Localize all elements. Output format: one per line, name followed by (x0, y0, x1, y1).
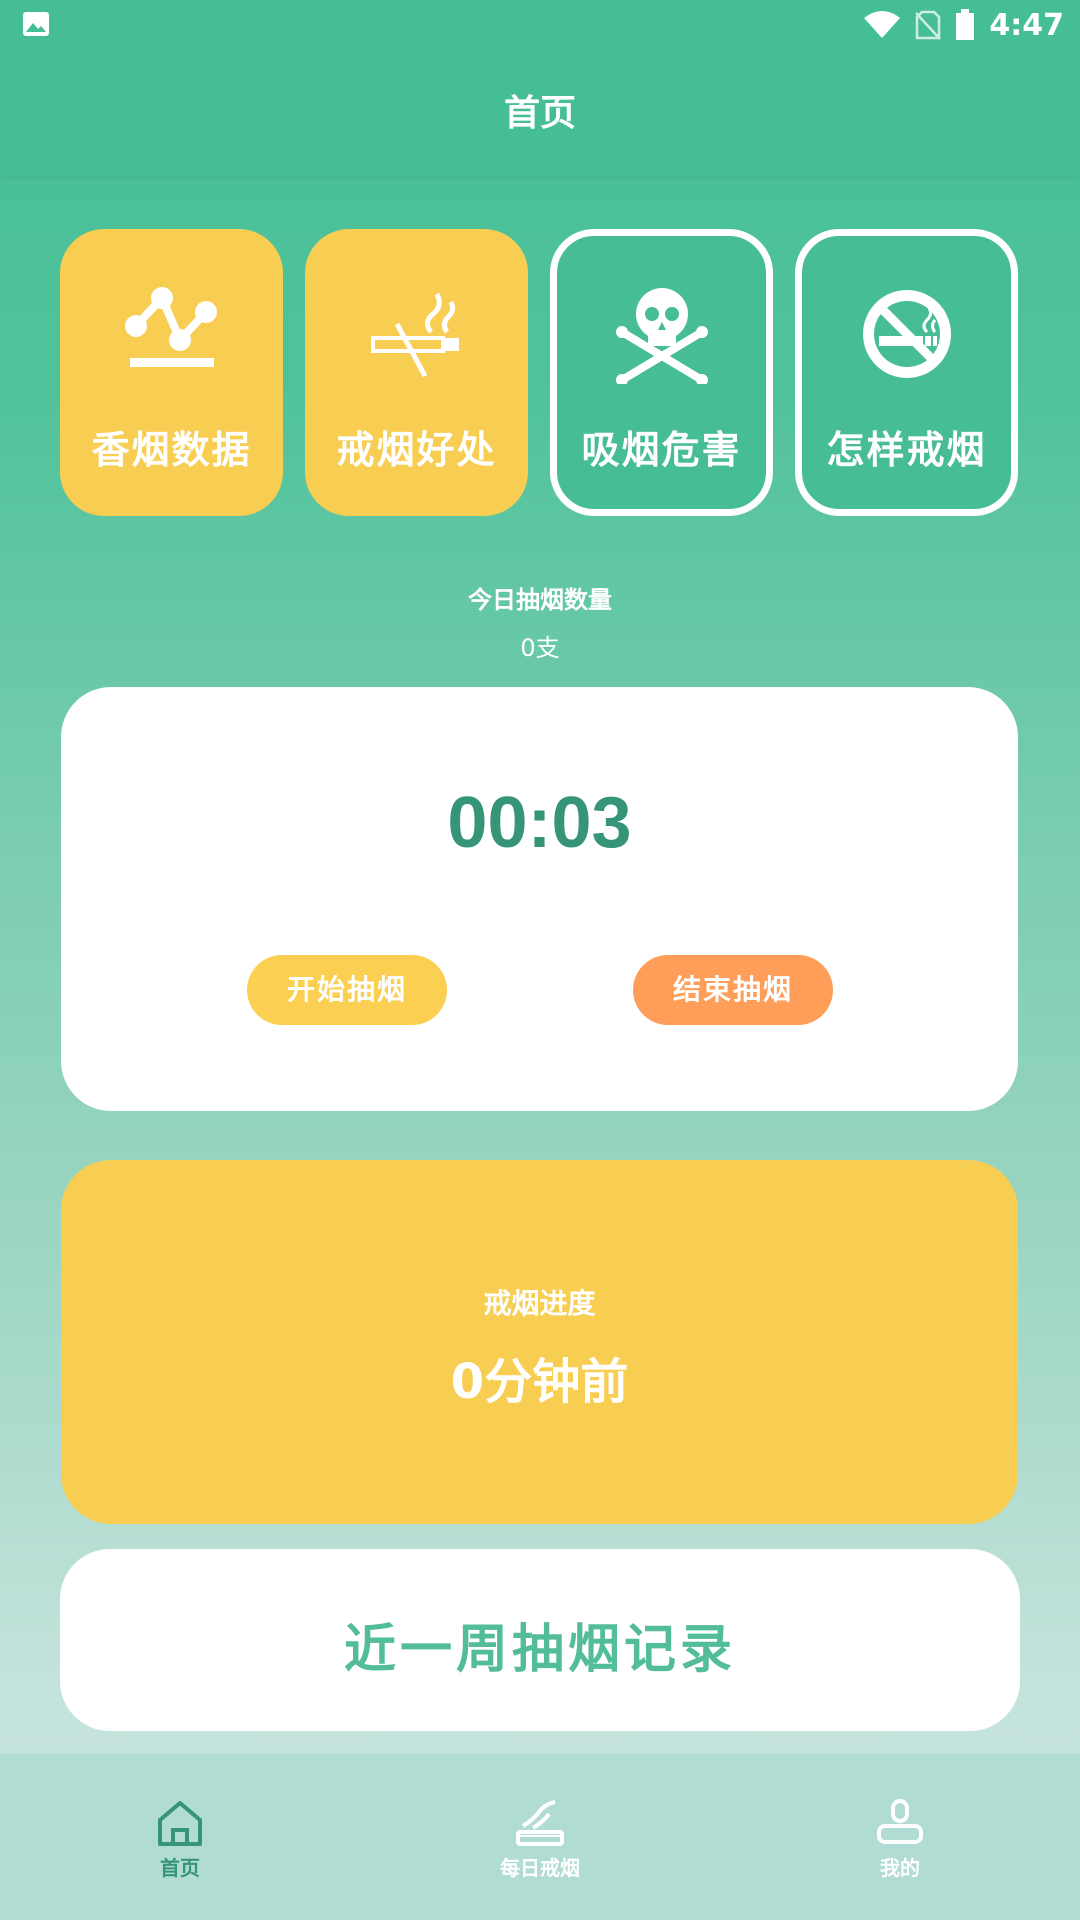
tile-label: 香烟数据 (91, 428, 252, 472)
quit-progress-label: 戒烟进度 (483, 1287, 596, 1320)
tile-label: 吸烟危害 (581, 428, 742, 472)
feature-tiles: 香烟数据 戒烟好处 吸烟危害 怎样戒烟 (60, 229, 1020, 518)
nav-label: 我的 (880, 1856, 920, 1880)
no-smoking-sign-icon (862, 290, 951, 378)
bottom-nav: 首页 每日戒烟 我的 (0, 1754, 1080, 1920)
wifi-icon (864, 11, 901, 38)
tile-quit-benefits[interactable]: 戒烟好处 (305, 229, 528, 516)
status-bar: 4:47 (0, 0, 1080, 50)
quit-progress-value: 0分钟前 (450, 1354, 629, 1410)
tile-smoking-hazards[interactable]: 吸烟危害 (550, 229, 773, 516)
status-time: 4:47 (989, 7, 1064, 43)
tile-label: 怎样戒烟 (826, 428, 987, 472)
tile-cigarette-data[interactable]: 香烟数据 (60, 229, 283, 516)
smoking-timer: 00:03 (447, 783, 632, 863)
nav-label: 每日戒烟 (500, 1856, 580, 1880)
page-title: 首页 (503, 93, 576, 134)
no-cigarette-icon (370, 292, 459, 378)
status-icons: 4:47 (863, 6, 1064, 44)
app-bar: 首页 (0, 50, 1080, 176)
today-count-value: 0支 (520, 634, 560, 662)
start-smoking-button[interactable]: 开始抽烟 (247, 955, 447, 1025)
image-icon (23, 12, 49, 36)
tile-label: 戒烟好处 (336, 428, 497, 472)
quit-progress-card[interactable]: 戒烟进度 0分钟前 (61, 1160, 1018, 1524)
weekly-record-card[interactable]: 近一周抽烟记录 (60, 1549, 1020, 1731)
nav-item-profile[interactable]: 我的 (800, 1754, 1000, 1920)
end-smoking-button[interactable]: 结束抽烟 (633, 955, 833, 1025)
nav-label: 首页 (160, 1856, 200, 1880)
cigarette-icon (516, 1800, 564, 1846)
chart-icon (124, 287, 217, 367)
nav-item-home[interactable]: 首页 (80, 1754, 280, 1920)
skull-crossbones-icon (615, 288, 708, 384)
today-count-label: 今日抽烟数量 (468, 586, 612, 614)
tile-how-to-quit[interactable]: 怎样戒烟 (795, 229, 1018, 516)
profile-icon (877, 1799, 923, 1844)
nav-item-daily-quit[interactable]: 每日戒烟 (440, 1754, 640, 1920)
weekly-record-title: 近一周抽烟记录 (343, 1620, 736, 1680)
battery-icon (956, 9, 975, 40)
no-sim-icon (915, 10, 942, 40)
home-icon (158, 1801, 202, 1846)
timer-card: 00:03 开始抽烟 结束抽烟 (61, 687, 1018, 1111)
